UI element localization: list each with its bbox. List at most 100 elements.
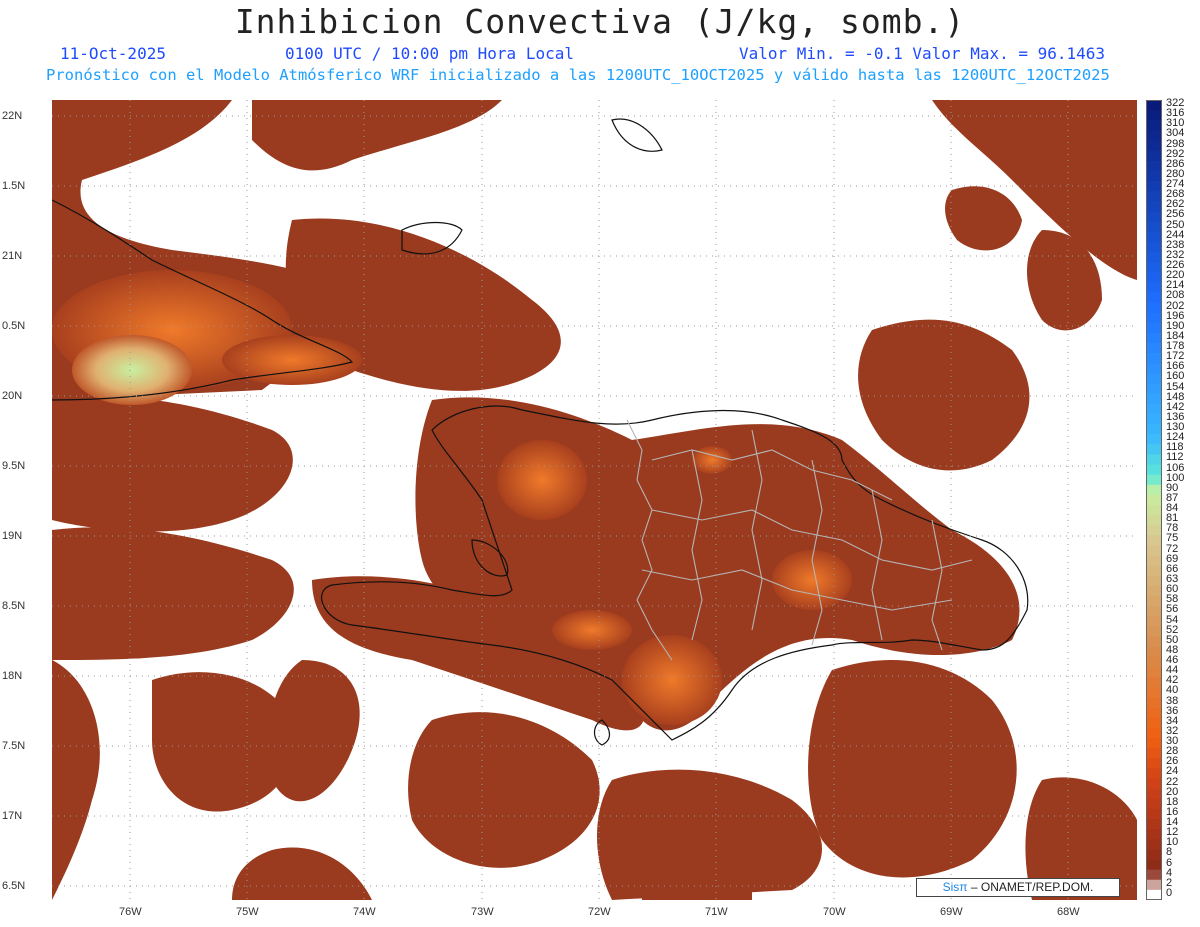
legend-swatch — [1146, 332, 1162, 344]
lat-label: 0.5N — [2, 320, 26, 332]
lat-label: 21N — [2, 250, 23, 262]
legend-swatch — [1146, 889, 1162, 900]
legend-swatch — [1146, 778, 1162, 790]
legend-swatch — [1146, 555, 1162, 567]
legend-swatch — [1146, 170, 1162, 182]
legend-swatch — [1146, 798, 1162, 810]
legend-swatch — [1146, 859, 1162, 871]
legend-swatch — [1146, 505, 1162, 516]
legend-swatch — [1146, 829, 1162, 840]
legend-swatch — [1146, 181, 1162, 192]
lon-label: 72W — [588, 906, 611, 918]
cin-field — [52, 100, 1137, 900]
cin-map — [51, 100, 1137, 900]
legend-swatch — [1146, 748, 1162, 759]
lon-label: 76W — [119, 906, 142, 918]
legend-swatch — [1146, 322, 1162, 334]
lon-label: 74W — [353, 906, 376, 918]
legend-swatch — [1146, 677, 1162, 688]
legend-swatch — [1146, 160, 1162, 172]
legend-swatch — [1146, 424, 1162, 435]
lat-label: 19N — [2, 530, 23, 542]
legend-swatch — [1146, 707, 1162, 719]
legend-swatch — [1146, 140, 1162, 152]
legend-swatch — [1146, 596, 1162, 607]
legend-swatch — [1146, 545, 1162, 557]
map-title: Inhibicion Convectiva (J/kg, somb.) — [234, 2, 966, 41]
legend-swatch — [1146, 464, 1162, 476]
legend-swatch — [1146, 758, 1162, 769]
legend-swatch — [1146, 413, 1162, 425]
legend-swatch — [1146, 312, 1162, 324]
legend-swatch — [1146, 272, 1162, 283]
legend-swatch — [1146, 839, 1162, 850]
legend-swatch — [1146, 575, 1162, 587]
legend-swatch — [1146, 788, 1162, 800]
legend-swatch — [1146, 869, 1162, 881]
legend-swatch — [1146, 241, 1162, 253]
legend-swatch — [1146, 292, 1162, 304]
lat-label: 20N — [2, 390, 23, 402]
lon-label: 68W — [1057, 906, 1080, 918]
lat-label: 22N — [2, 110, 23, 122]
legend-swatch — [1146, 616, 1162, 628]
lat-label: 1.5N — [2, 180, 26, 192]
legend-swatch — [1146, 282, 1162, 293]
legend-swatch — [1146, 434, 1162, 445]
min-max-values: Valor Min. = -0.1 Valor Max. = 96.1463 — [739, 44, 1106, 63]
color-legend — [1146, 100, 1162, 900]
legend-swatch — [1146, 606, 1162, 617]
legend-swatch — [1146, 191, 1162, 202]
forecast-description: Pronóstico con el Modelo Atmósferico WRF… — [46, 66, 1110, 84]
legend-swatch — [1146, 120, 1162, 131]
legend-swatch — [1146, 717, 1162, 729]
legend-swatch — [1146, 211, 1162, 223]
legend-swatch — [1146, 656, 1162, 668]
forecast-time: 0100 UTC / 10:00 pm Hora Local — [285, 44, 574, 63]
legend-swatch — [1146, 515, 1162, 526]
lat-label: 9.5N — [2, 460, 26, 472]
legend-swatch — [1146, 768, 1162, 779]
legend-swatch — [1146, 474, 1162, 486]
legend-swatch — [1146, 818, 1162, 830]
legend-swatch — [1146, 110, 1162, 121]
brand-logo-text: Sisπ — [942, 880, 968, 894]
lon-label: 71W — [705, 906, 728, 918]
legend-swatch — [1146, 221, 1162, 233]
legend-swatch — [1146, 484, 1162, 496]
legend-swatch — [1146, 525, 1162, 536]
lon-label: 75W — [236, 906, 259, 918]
legend-swatch — [1146, 636, 1162, 648]
credit-box: Sisπ – ONAMET/REP.DOM. — [916, 878, 1120, 897]
legend-swatch — [1146, 586, 1162, 597]
credit-text: – ONAMET/REP.DOM. — [967, 880, 1094, 894]
legend-swatch — [1146, 262, 1162, 273]
legend-swatch — [1146, 727, 1162, 739]
legend-swatch — [1146, 363, 1162, 374]
legend-swatch — [1146, 100, 1162, 111]
legend-swatch — [1146, 302, 1162, 314]
legend-swatch — [1146, 535, 1162, 547]
lon-label: 73W — [471, 906, 494, 918]
legend-swatch — [1146, 494, 1162, 506]
legend-swatch — [1146, 130, 1162, 142]
legend-swatch — [1146, 454, 1162, 466]
legend-swatch — [1146, 687, 1162, 698]
lat-label: 7.5N — [2, 740, 26, 752]
lat-label: 17N — [2, 810, 23, 822]
legend-swatch — [1146, 626, 1162, 638]
legend-swatch — [1146, 393, 1162, 405]
legend-swatch — [1146, 231, 1162, 243]
lat-label: 18N — [2, 670, 23, 682]
legend-swatch — [1146, 879, 1162, 891]
lat-label: 6.5N — [2, 880, 26, 892]
map-frame — [51, 100, 1137, 900]
lon-label: 70W — [823, 906, 846, 918]
legend-swatch — [1146, 697, 1162, 709]
legend-swatch — [1146, 808, 1162, 820]
legend-swatch — [1146, 667, 1162, 678]
legend-swatch — [1146, 849, 1162, 860]
legend-swatch — [1146, 251, 1162, 263]
lat-label: 8.5N — [2, 600, 26, 612]
legend-swatch — [1146, 403, 1162, 415]
